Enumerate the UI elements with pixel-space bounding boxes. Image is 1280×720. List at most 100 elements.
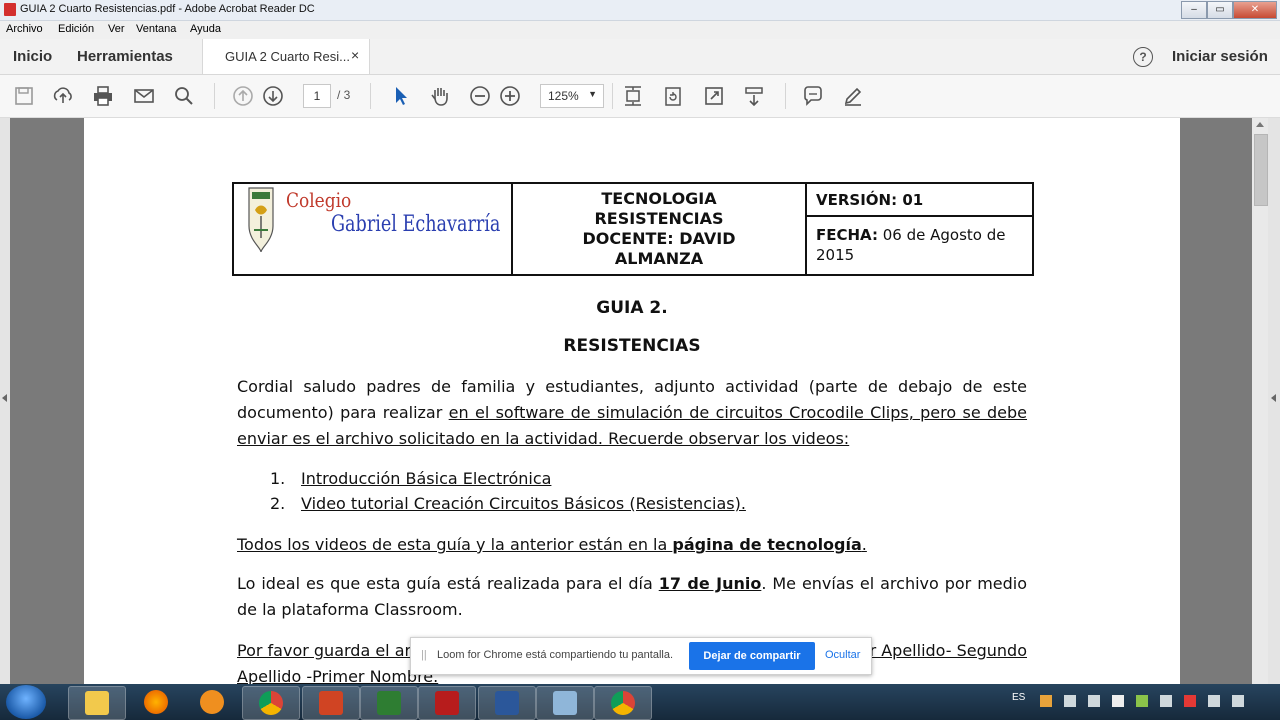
- pdf-page: Colegio Gabriel Echavarría TECNOLOGIA RE…: [84, 118, 1180, 684]
- taskbar-powerpoint[interactable]: [302, 686, 360, 720]
- loom-message: Loom for Chrome está compartiendo tu pan…: [437, 649, 674, 661]
- minimize-button[interactable]: –: [1181, 1, 1207, 19]
- help-icon[interactable]: ?: [1133, 47, 1153, 67]
- tech-page-link[interactable]: página de tecnología: [672, 535, 861, 554]
- loom-sharing-bar: || Loom for Chrome está compartiendo tu …: [410, 637, 872, 675]
- video-link-2[interactable]: Video tutorial Creación Circuitos Básico…: [301, 494, 746, 513]
- school-crest-icon: [248, 187, 274, 253]
- left-panel-handle[interactable]: [0, 118, 10, 684]
- crocodile-icon: [377, 691, 401, 715]
- tray-icon[interactable]: [1184, 695, 1196, 707]
- close-window-button[interactable]: ✕: [1233, 1, 1277, 19]
- video-link-1[interactable]: Introducción Básica Electrónica: [301, 469, 551, 488]
- language-indicator[interactable]: ES: [1012, 692, 1025, 703]
- volume-icon[interactable]: [1232, 695, 1244, 707]
- tab-document[interactable]: GUIA 2 Cuarto Resi... ×: [202, 39, 370, 74]
- header-logo-cell: Colegio Gabriel Echavarría: [234, 184, 513, 274]
- page-down-icon[interactable]: [262, 85, 284, 107]
- tray-icon[interactable]: [1208, 695, 1220, 707]
- tray-icon[interactable]: [1112, 695, 1124, 707]
- drag-handle-icon[interactable]: ||: [421, 649, 427, 661]
- hand-icon[interactable]: [429, 85, 451, 107]
- taskbar-crocodile[interactable]: [360, 686, 418, 720]
- version-row: VERSIÓN: 01: [807, 184, 1032, 217]
- logo-colegio: Colegio: [286, 188, 352, 212]
- save-icon[interactable]: [13, 85, 35, 107]
- intro-paragraph: Cordial saludo padres de familia y estud…: [237, 374, 1027, 452]
- taskbar-chrome-2[interactable]: [594, 686, 652, 720]
- logo-school-name: Gabriel Echavarría: [331, 212, 501, 237]
- zoom-out-icon[interactable]: [469, 85, 491, 107]
- date-row: FECHA: 06 de Agosto de 2015: [816, 225, 1026, 265]
- tab-document-label: GUIA 2 Cuarto Resi...: [225, 49, 350, 64]
- word-icon: [495, 691, 519, 715]
- upload-icon[interactable]: [52, 85, 74, 107]
- zoom-in-icon[interactable]: [499, 85, 521, 107]
- chrome-icon: [259, 691, 283, 715]
- email-icon[interactable]: [133, 85, 155, 107]
- taskbar-explorer[interactable]: [68, 686, 126, 720]
- scrollbar-thumb[interactable]: [1254, 134, 1268, 206]
- version-label: VERSIÓN:: [816, 191, 898, 209]
- vertical-scrollbar[interactable]: [1252, 118, 1268, 684]
- save-text-mid: r Apellido- Segundo: [869, 641, 1027, 660]
- scroll-up-icon[interactable]: [1256, 122, 1264, 127]
- tab-herramientas[interactable]: Herramientas: [77, 48, 173, 65]
- taskbar-firefox[interactable]: [128, 686, 184, 718]
- tray-icon[interactable]: [1136, 695, 1148, 707]
- pen-icon[interactable]: [842, 85, 864, 107]
- document-viewer[interactable]: Colegio Gabriel Echavarría TECNOLOGIA RE…: [0, 118, 1280, 684]
- scroll-mode-icon[interactable]: [743, 85, 765, 107]
- tray-icon[interactable]: [1088, 695, 1100, 707]
- close-tab-icon[interactable]: ×: [351, 47, 359, 63]
- right-panel-handle[interactable]: [1268, 118, 1280, 684]
- menu-ver[interactable]: Ver: [108, 23, 125, 35]
- page-up-icon[interactable]: [232, 85, 254, 107]
- taskbar-chrome[interactable]: [242, 686, 300, 720]
- toolbar: 1 / 3 125% ▼: [0, 75, 1280, 118]
- list-number: 1.: [270, 469, 286, 488]
- document-title: GUIA 2.: [596, 298, 668, 318]
- header-meta-cell: VERSIÓN: 01 FECHA: 06 de Agosto de 2015: [807, 184, 1032, 274]
- comment-icon[interactable]: [802, 85, 824, 107]
- taskbar-word[interactable]: [478, 686, 536, 720]
- header-line: ALMANZA: [614, 249, 704, 268]
- fit-page-icon[interactable]: [622, 85, 644, 107]
- menu-ventana[interactable]: Ventana: [136, 23, 176, 35]
- header-line: RESISTENCIAS: [594, 209, 724, 228]
- rotate-icon[interactable]: [662, 85, 684, 107]
- expand-left-icon[interactable]: [2, 394, 7, 402]
- list-item: 1. Introducción Básica Electrónica: [270, 466, 746, 491]
- signin-button[interactable]: Iniciar sesión: [1172, 48, 1268, 65]
- date-label: FECHA:: [816, 226, 878, 244]
- toolbar-separator: [214, 83, 215, 109]
- firefox-icon: [144, 690, 168, 714]
- start-button[interactable]: [6, 685, 46, 719]
- title-bar: GUIA 2 Cuarto Resistencias.pdf - Adobe A…: [0, 0, 1280, 21]
- save-text-start: Por favor guarda el ar: [237, 641, 412, 660]
- search-icon[interactable]: [173, 85, 195, 107]
- taskbar-media-player[interactable]: [184, 686, 240, 718]
- tray-icon[interactable]: [1160, 695, 1172, 707]
- page-number-input[interactable]: 1: [303, 84, 331, 108]
- document-subtitle: RESISTENCIAS: [563, 336, 701, 356]
- print-icon[interactable]: [92, 85, 114, 107]
- maximize-button[interactable]: ▭: [1207, 1, 1233, 19]
- menu-archivo[interactable]: Archivo: [6, 23, 43, 35]
- zoom-select[interactable]: 125% ▼: [540, 84, 604, 108]
- fullscreen-icon[interactable]: [703, 85, 725, 107]
- select-cursor-icon[interactable]: [390, 85, 412, 107]
- hide-button[interactable]: Ocultar: [825, 649, 860, 661]
- tray-icon[interactable]: [1040, 695, 1052, 707]
- menu-edicion[interactable]: Edición: [58, 23, 94, 35]
- chrome-icon: [611, 691, 635, 715]
- expand-right-icon[interactable]: [1271, 394, 1276, 402]
- tab-inicio[interactable]: Inicio: [13, 48, 52, 65]
- taskbar-acrobat[interactable]: [418, 686, 476, 720]
- menu-ayuda[interactable]: Ayuda: [190, 23, 221, 35]
- taskbar-control-panel[interactable]: [536, 686, 594, 720]
- tray-icon[interactable]: [1064, 695, 1076, 707]
- toolbar-separator: [370, 83, 371, 109]
- stop-sharing-button[interactable]: Dejar de compartir: [689, 642, 815, 670]
- deadline-text: Lo ideal es que esta guía está realizada…: [237, 574, 659, 593]
